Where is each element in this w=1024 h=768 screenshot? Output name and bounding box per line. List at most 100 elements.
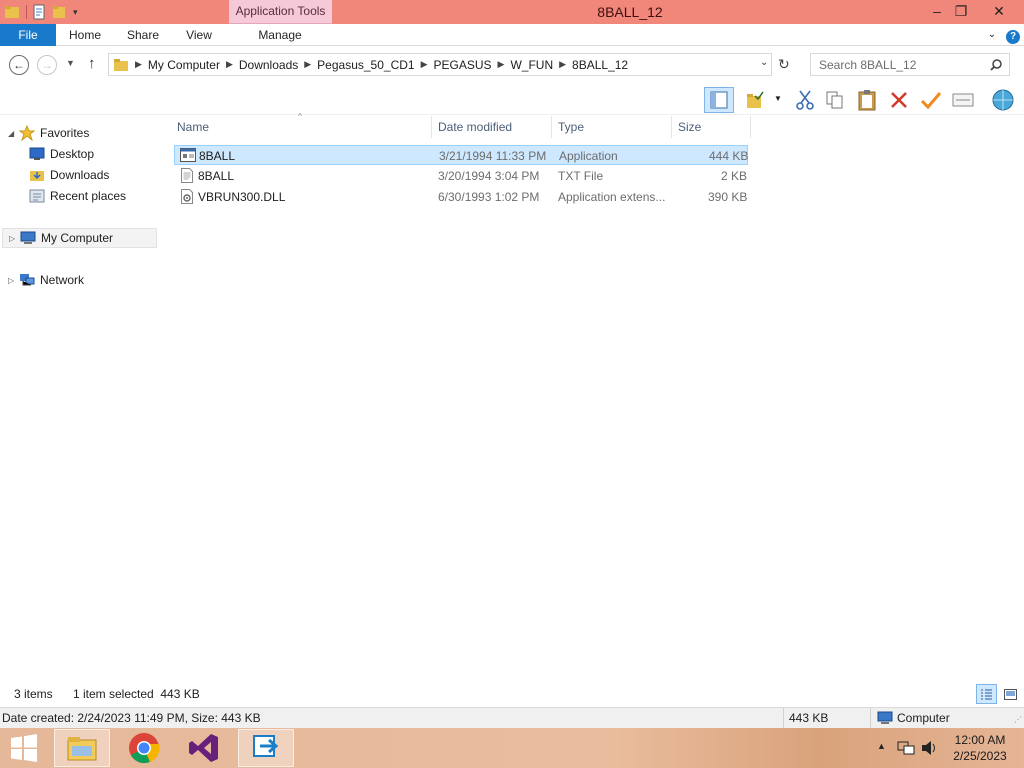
file-row[interactable]: VBRUN300.DLL 6/30/1993 1:02 PM Applicati…	[174, 187, 748, 207]
context-tab-label: Application Tools	[235, 4, 326, 18]
nav-favorites[interactable]: ◢ Favorites	[8, 123, 89, 143]
file-row[interactable]: 8BALL 3/21/1994 11:33 PM Application 444…	[174, 145, 748, 165]
collapse-arrow-icon[interactable]: ▷	[9, 234, 19, 243]
new-folder-icon[interactable]	[51, 4, 67, 20]
tab-view[interactable]: View	[178, 24, 220, 46]
clock-date: 2/25/2023	[953, 749, 1007, 763]
visual-studio-icon	[189, 734, 218, 762]
dll-file-icon	[181, 189, 193, 204]
folder-icon[interactable]	[4, 4, 20, 20]
maximize-button[interactable]: ❐	[946, 0, 976, 22]
recent-locations-icon[interactable]: ▼	[66, 58, 75, 68]
title-bar: ▾ Application Tools 8BALL_12 ‒ ❐ ✕	[0, 0, 1024, 24]
taskbar-file-explorer[interactable]	[54, 729, 110, 767]
rename-button[interactable]	[918, 87, 944, 113]
nav-downloads[interactable]: Downloads	[28, 165, 109, 185]
back-button[interactable]: ←	[9, 55, 29, 75]
back-arrow-icon: ←	[13, 58, 25, 72]
refresh-icon[interactable]: ↻	[778, 56, 790, 73]
location-label: Computer	[897, 711, 950, 725]
file-type: TXT File	[558, 169, 604, 183]
open-with-dropdown-icon[interactable]: ▼	[774, 94, 782, 103]
close-button[interactable]: ✕	[982, 0, 1016, 22]
address-bar[interactable]: ▶ My Computer ▶ Downloads ▶ Pegasus_50_C…	[108, 53, 772, 76]
network-globe-button[interactable]	[990, 87, 1016, 113]
up-arrow-icon[interactable]: ↑	[88, 55, 96, 72]
network-tray-icon[interactable]	[897, 740, 915, 756]
search-input[interactable]: Search 8BALL_12	[810, 53, 1010, 76]
cut-button[interactable]	[792, 87, 818, 113]
breadcrumb-separator-icon[interactable]: ▶	[559, 59, 566, 70]
file-date: 3/21/1994 11:33 PM	[439, 149, 547, 163]
properties-icon[interactable]	[31, 4, 47, 20]
globe-icon	[992, 89, 1014, 111]
taskbar-remote-app[interactable]	[238, 729, 294, 767]
delete-button[interactable]	[886, 87, 912, 113]
start-button[interactable]	[0, 729, 48, 767]
file-size: 390 KB	[708, 190, 748, 204]
layout-pane-icon	[710, 91, 728, 109]
breadcrumb-pegasus-cd1[interactable]: Pegasus_50_CD1	[317, 58, 414, 72]
collapse-arrow-icon[interactable]: ▷	[8, 276, 18, 285]
chrome-icon	[129, 733, 160, 764]
taskbar-chrome[interactable]	[116, 729, 172, 767]
star-icon	[18, 125, 36, 141]
tab-file[interactable]: File	[0, 24, 56, 46]
file-name: 8BALL	[199, 149, 236, 163]
expand-arrow-icon[interactable]: ◢	[8, 129, 18, 138]
taskbar-visual-studio[interactable]	[176, 729, 232, 767]
resize-grip-icon[interactable]: ⋰	[1014, 715, 1022, 724]
tab-home[interactable]: Home	[62, 24, 108, 46]
column-header-name[interactable]: Name	[177, 120, 209, 138]
help-button[interactable]: ?	[1006, 24, 1020, 46]
qat-dropdown-icon[interactable]: ▾	[73, 7, 78, 18]
selection-size: 443 KB	[789, 711, 829, 725]
file-size: 2 KB	[721, 169, 748, 183]
column-divider[interactable]	[551, 116, 552, 138]
divider	[870, 708, 871, 728]
network-icon	[18, 272, 36, 288]
breadcrumb-separator-icon[interactable]: ▶	[304, 59, 311, 70]
nav-network[interactable]: ▷ Network	[8, 270, 84, 290]
column-divider[interactable]	[750, 116, 751, 138]
breadcrumb-my-computer[interactable]: My Computer	[148, 58, 220, 72]
breadcrumb-pegasus[interactable]: PEGASUS	[434, 58, 492, 72]
expand-ribbon-icon[interactable]: ⌄	[986, 24, 998, 46]
quick-access-toolbar: ▾	[0, 0, 78, 24]
open-with-button[interactable]	[742, 87, 768, 113]
breadcrumb-w-fun[interactable]: W_FUN	[510, 58, 553, 72]
preview-pane-button[interactable]	[704, 87, 734, 113]
address-dropdown-icon[interactable]: ⌄	[760, 57, 768, 68]
column-header-size[interactable]: Size	[678, 120, 701, 138]
breadcrumb-separator-icon[interactable]: ▶	[421, 59, 428, 70]
column-header-date-modified[interactable]: Date modified	[438, 120, 512, 138]
recent-places-icon	[28, 188, 46, 204]
breadcrumb-separator-icon[interactable]: ▶	[135, 59, 142, 70]
column-header-type[interactable]: Type	[558, 120, 584, 138]
breadcrumb-separator-icon[interactable]: ▶	[226, 59, 233, 70]
nav-desktop[interactable]: Desktop	[28, 144, 94, 164]
paste-button[interactable]	[854, 87, 880, 113]
tab-share[interactable]: Share	[120, 24, 166, 46]
forward-button[interactable]: →	[37, 55, 57, 75]
column-divider[interactable]	[431, 116, 432, 138]
speaker-icon[interactable]	[920, 740, 938, 756]
nav-my-computer[interactable]: ▷ My Computer	[2, 228, 157, 248]
large-icons-view-button[interactable]	[1000, 684, 1020, 704]
breadcrumb-downloads[interactable]: Downloads	[239, 58, 298, 72]
tab-manage[interactable]: Manage	[250, 24, 310, 46]
date-created-info: Date created: 2/24/2023 11:49 PM, Size: …	[2, 711, 261, 725]
breadcrumb-8ball-12[interactable]: 8BALL_12	[572, 58, 628, 72]
search-icon[interactable]	[990, 59, 1002, 71]
nav-recent-places[interactable]: Recent places	[28, 186, 126, 206]
file-row[interactable]: 8BALL 3/20/1994 3:04 PM TXT File 2 KB	[174, 166, 748, 186]
show-hidden-icons-icon[interactable]: ▲	[877, 741, 886, 751]
file-type: Application	[559, 149, 618, 163]
breadcrumb-separator-icon[interactable]: ▶	[498, 59, 505, 70]
system-clock[interactable]: 12:00 AM 2/25/2023	[950, 732, 1010, 764]
copy-button[interactable]	[822, 87, 848, 113]
properties-button[interactable]	[950, 87, 976, 113]
details-view-button[interactable]	[976, 684, 997, 704]
column-divider[interactable]	[671, 116, 672, 138]
file-name: VBRUN300.DLL	[198, 190, 286, 204]
